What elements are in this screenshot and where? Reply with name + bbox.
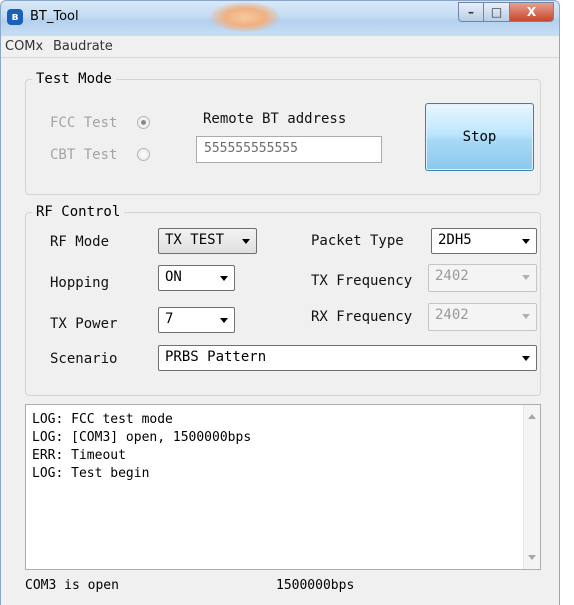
- remote-bt-address-label: Remote BT address: [203, 111, 347, 127]
- baudrate-status-text: 1500000bps: [276, 578, 355, 593]
- tx-frequency-select[interactable]: 2402: [428, 264, 537, 292]
- scroll-up-icon[interactable]: [528, 414, 536, 419]
- menu-item-baudrate[interactable]: Baudrate: [53, 39, 113, 54]
- minimize-icon: –: [468, 5, 474, 19]
- rf-mode-select[interactable]: TX TEST: [158, 228, 257, 254]
- log-line: LOG: Test begin: [32, 466, 150, 481]
- tx-power-value: 7: [165, 311, 174, 327]
- rx-frequency-select[interactable]: 2402: [428, 303, 537, 331]
- cbt-test-radio[interactable]: [137, 148, 150, 161]
- tx-power-label: TX Power: [50, 316, 118, 332]
- log-scrollbar[interactable]: [523, 405, 540, 569]
- log-output[interactable]: LOG: FCC test mode LOG: [COM3] open, 150…: [25, 404, 541, 570]
- window-title: BT_Tool: [30, 9, 79, 24]
- chevron-down-icon: [522, 239, 530, 244]
- chevron-down-icon: [522, 314, 530, 319]
- chevron-down-icon: [220, 276, 228, 281]
- close-button[interactable]: X: [510, 2, 554, 22]
- menu-bar: COMx Baudrate: [1, 36, 559, 58]
- test-mode-title: Test Mode: [32, 71, 116, 87]
- tx-frequency-value: 2402: [435, 268, 469, 284]
- menu-item-comx[interactable]: COMx: [5, 39, 43, 54]
- packet-type-value: 2DH5: [438, 232, 472, 248]
- rx-frequency-label: RX Frequency: [311, 309, 413, 325]
- cbt-test-label: CBT Test: [50, 147, 118, 163]
- window-controls: – □ X: [458, 2, 554, 22]
- hopping-select[interactable]: ON: [158, 265, 235, 291]
- log-line: LOG: [COM3] open, 1500000bps: [32, 430, 252, 445]
- hopping-value: ON: [165, 269, 182, 285]
- chevron-down-icon: [522, 356, 530, 361]
- log-line: ERR: Timeout: [32, 448, 126, 463]
- fcc-test-radio[interactable]: [137, 116, 150, 129]
- close-icon: X: [526, 5, 537, 19]
- remote-bt-address-input[interactable]: 555555555555: [196, 136, 382, 163]
- rf-mode-label: RF Mode: [50, 234, 110, 250]
- packet-type-label: Packet Type: [311, 233, 404, 249]
- rf-mode-value: TX TEST: [165, 232, 225, 248]
- stop-button[interactable]: Stop: [425, 103, 534, 171]
- fcc-test-label: FCC Test: [50, 115, 118, 131]
- log-line: LOG: FCC test mode: [32, 412, 173, 427]
- chevron-down-icon: [522, 275, 530, 280]
- title-bar-glow: [210, 2, 280, 32]
- minimize-button[interactable]: –: [458, 2, 484, 22]
- tx-frequency-label: TX Frequency: [311, 273, 413, 289]
- scenario-label: Scenario: [50, 351, 118, 367]
- scenario-select[interactable]: PRBS Pattern: [158, 345, 537, 371]
- maximize-button[interactable]: □: [484, 2, 510, 22]
- chevron-down-icon: [242, 239, 250, 244]
- packet-type-select[interactable]: 2DH5: [431, 228, 537, 254]
- tx-power-select[interactable]: 7: [158, 307, 235, 333]
- maximize-icon: □: [490, 5, 503, 19]
- chevron-down-icon: [220, 318, 228, 323]
- scenario-value: PRBS Pattern: [165, 349, 267, 365]
- scroll-down-icon[interactable]: [528, 555, 536, 560]
- port-status-text: COM3 is open: [25, 578, 119, 593]
- hopping-label: Hopping: [50, 275, 110, 291]
- rx-frequency-value: 2402: [435, 307, 469, 323]
- rf-control-title: RF Control: [32, 204, 125, 220]
- bluetooth-icon: ʙ: [7, 9, 23, 25]
